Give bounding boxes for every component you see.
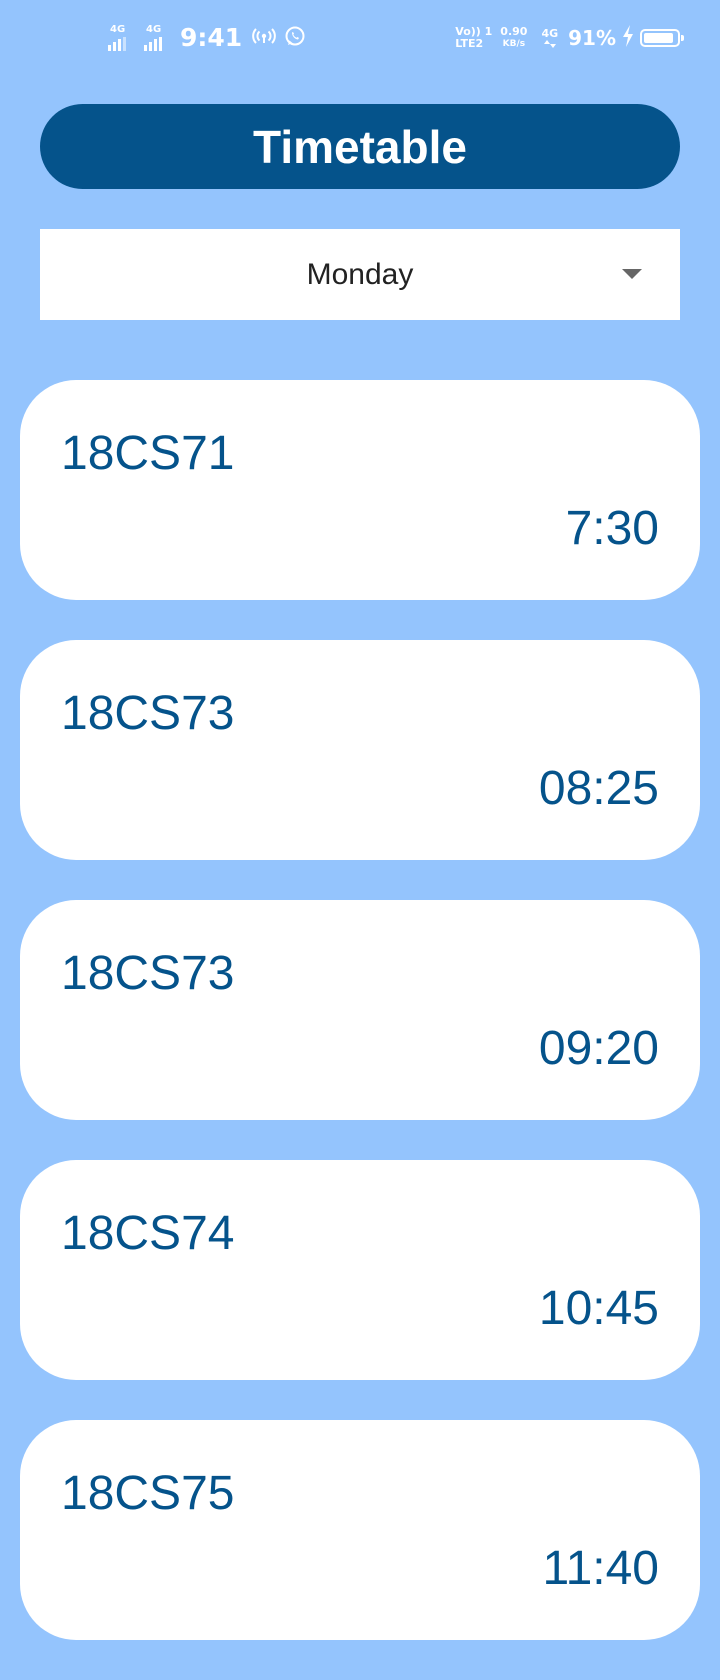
network-speed-value: 0.90 — [500, 25, 528, 38]
class-code: 18CS71 — [61, 427, 235, 480]
class-card[interactable]: 18CS75 11:40 — [20, 1420, 700, 1640]
status-bar: 4G 4G 9:41 Vo)) 1 LTE2 0.90 KB/s 4G 91% — [0, 0, 720, 78]
class-card[interactable]: 18CS73 09:20 — [20, 900, 700, 1120]
dropdown-arrow-icon — [622, 269, 642, 279]
status-bar-right: Vo)) 1 LTE2 0.90 KB/s 4G 91% — [455, 22, 684, 54]
class-code: 18CS73 — [61, 947, 235, 1000]
volte-indicator: Vo)) 1 LTE2 — [455, 26, 492, 50]
class-code: 18CS75 — [61, 1467, 235, 1520]
day-dropdown-value: Monday — [306, 257, 414, 291]
sim1-signal-icon: 4G — [108, 25, 134, 51]
battery-percent: 91% — [568, 26, 616, 50]
sim1-network-label: 4G — [110, 24, 126, 35]
class-time: 11:40 — [542, 1542, 659, 1595]
whatsapp-icon — [284, 25, 306, 52]
volte-bottom-label: LTE2 — [455, 37, 484, 50]
network-speed-unit: KB/s — [502, 39, 526, 49]
class-code: 18CS74 — [61, 1207, 235, 1260]
day-dropdown[interactable]: Monday — [40, 229, 680, 320]
title-banner: Timetable — [40, 104, 680, 189]
class-time: 09:20 — [538, 1022, 659, 1075]
class-code: 18CS73 — [61, 687, 235, 740]
battery-icon — [640, 29, 684, 47]
status-bar-left: 4G 4G 9:41 — [108, 22, 314, 54]
status-time: 9:41 — [180, 23, 243, 52]
sim2-network-label: 4G — [146, 24, 162, 35]
class-list: 18CS71 7:30 18CS73 08:25 18CS73 09:20 18… — [20, 380, 700, 1680]
network-speed: 0.90 KB/s — [500, 26, 527, 50]
class-time: 08:25 — [538, 762, 659, 815]
class-card[interactable]: 18CS73 08:25 — [20, 640, 700, 860]
class-card[interactable]: 18CS71 7:30 — [20, 380, 700, 600]
charging-bolt-icon — [622, 24, 634, 52]
class-time: 10:45 — [538, 1282, 659, 1335]
sim2-signal-icon: 4G — [144, 25, 170, 51]
page-title: Timetable — [253, 120, 467, 173]
battery-fill — [644, 33, 674, 43]
data-network-label: 4G — [541, 27, 559, 40]
data-network-icon: 4G — [541, 28, 558, 48]
hotspot-icon — [252, 26, 277, 51]
class-card[interactable]: 18CS74 10:45 — [20, 1160, 700, 1380]
class-time: 7:30 — [565, 502, 659, 555]
